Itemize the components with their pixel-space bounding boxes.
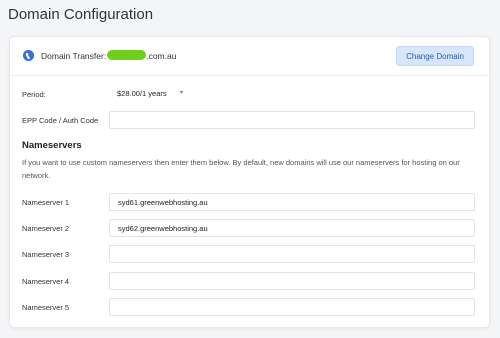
redacted-domain-mask (107, 50, 147, 60)
nameserver-4-input[interactable] (109, 272, 475, 290)
nameserver-4-label: Nameserver 4 (22, 277, 70, 286)
nameservers-heading: Nameservers (22, 140, 82, 151)
chevron-down-icon: ▾ (179, 90, 183, 96)
epp-code-label: EPP Code / Auth Code (22, 116, 99, 125)
page-title: Domain Configuration (8, 6, 154, 23)
domain-suffix: .com.au (146, 51, 177, 61)
epp-code-input[interactable] (109, 111, 475, 129)
nameservers-description: If you want to use custom nameservers th… (22, 158, 460, 180)
domain-transfer-text: Domain Transfer: .com.au (41, 50, 176, 61)
nameserver-5-input[interactable] (109, 298, 475, 316)
period-label: Period: (22, 90, 46, 99)
period-select[interactable]: $28.00/1 years ▾ (112, 85, 186, 102)
nameserver-1-input[interactable]: syd61.greenwebhosting.au (109, 193, 475, 211)
globe-icon (23, 50, 34, 61)
nameserver-3-label: Nameserver 3 (22, 250, 70, 259)
domain-config-card: Domain Transfer: .com.au Change Domain Pe… (9, 36, 490, 328)
change-domain-button[interactable]: Change Domain (396, 46, 474, 66)
nameserver-5-label: Nameserver 5 (22, 303, 70, 312)
nameserver-3-input[interactable] (109, 245, 475, 263)
nameserver-1-label: Nameserver 1 (22, 198, 70, 207)
nameserver-2-input[interactable]: syd62.greenwebhosting.au (109, 219, 475, 237)
period-select-value: $28.00/1 years (117, 89, 167, 98)
domain-header: Domain Transfer: .com.au Change Domain (10, 37, 489, 76)
nameserver-2-label: Nameserver 2 (22, 224, 70, 233)
domain-transfer-label: Domain Transfer: (41, 51, 107, 61)
